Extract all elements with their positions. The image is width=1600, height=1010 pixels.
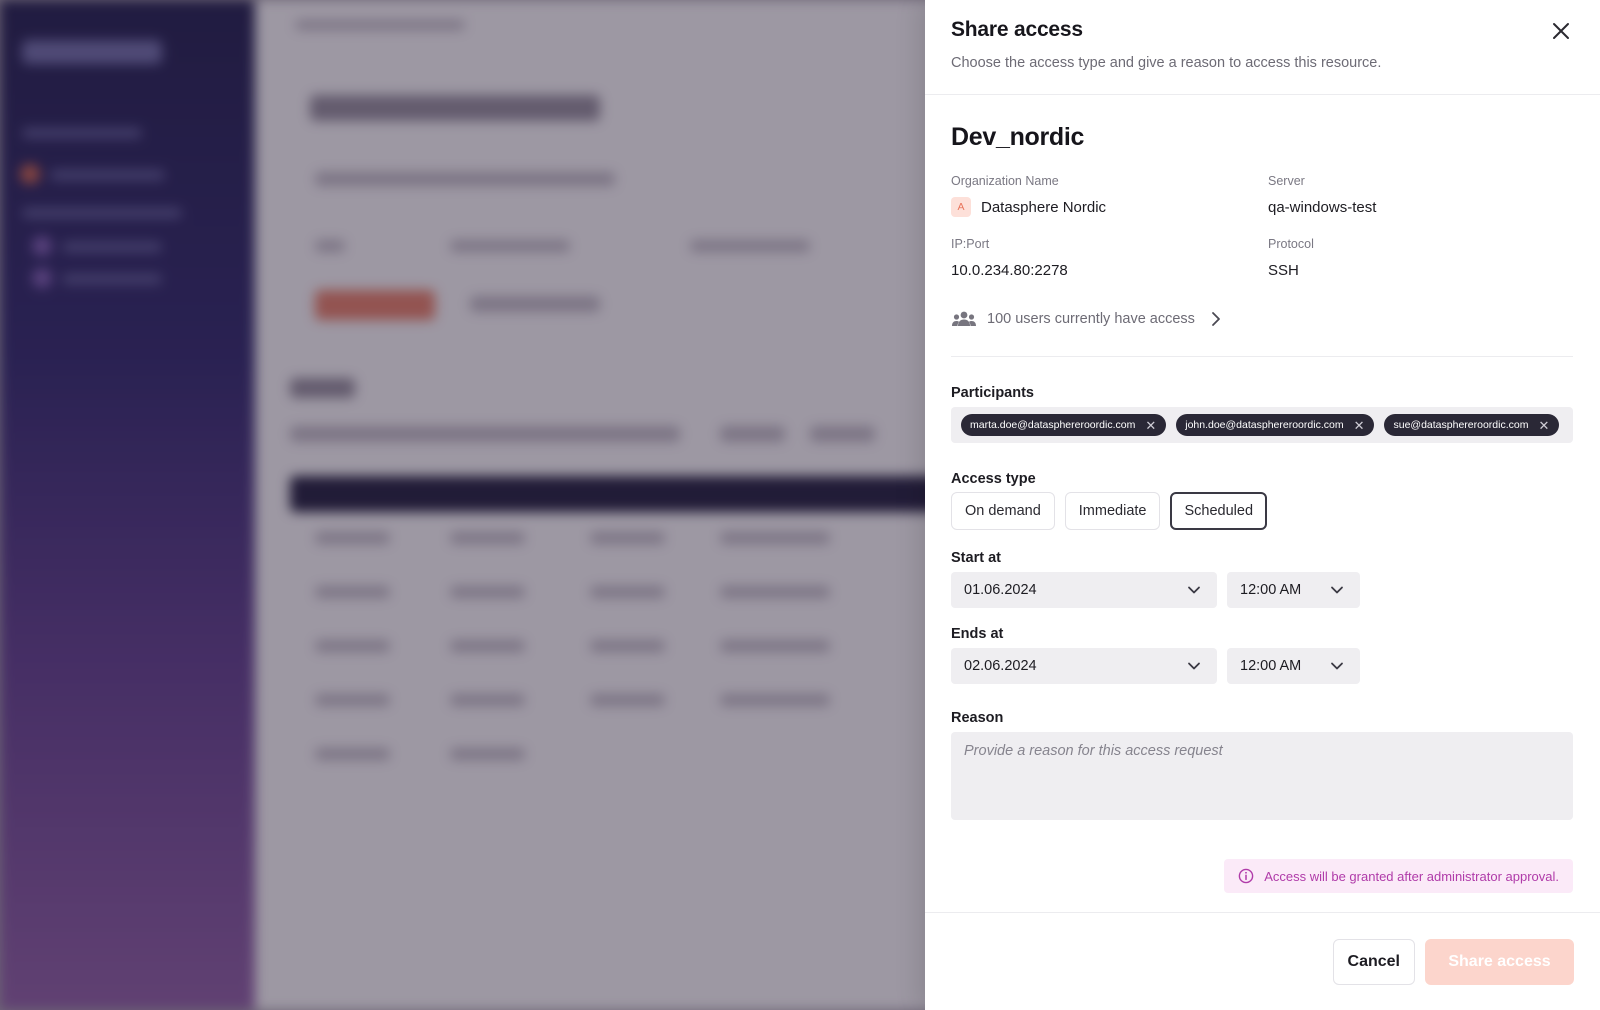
remove-participant-icon[interactable]: ✕ — [1538, 419, 1549, 432]
end-time-value: 12:00 AM — [1240, 658, 1302, 674]
end-time-select[interactable]: 12:00 AM — [1227, 648, 1360, 684]
access-type-label: Access type — [951, 471, 1036, 487]
protocol-value: SSH — [1268, 261, 1299, 279]
cancel-button[interactable]: Cancel — [1332, 938, 1415, 985]
end-date-select[interactable]: 02.06.2024 — [951, 648, 1217, 684]
server-value: qa-windows-test — [1268, 198, 1377, 216]
ip-port-label: IP:Port — [951, 237, 990, 251]
participant-email: marta.doe@datasphereroordic.com — [970, 419, 1136, 431]
approval-notice-text: Access will be granted after administrat… — [1264, 868, 1559, 884]
users-access-link[interactable]: 100 users currently have access — [951, 310, 1251, 328]
start-at-label: Start at — [951, 550, 1001, 566]
protocol-field: Protocol SSH — [1268, 237, 1568, 280]
close-icon[interactable] — [1550, 20, 1572, 42]
chevron-right-icon — [1212, 312, 1220, 326]
drawer-footer: Cancel Share access — [925, 912, 1600, 1010]
section-divider — [951, 356, 1573, 357]
remove-participant-icon[interactable]: ✕ — [1354, 419, 1365, 432]
chevron-down-icon — [1188, 662, 1200, 670]
participant-email: sue@datasphereroordic.com — [1393, 419, 1529, 431]
participant-chip: marta.doe@datasphereroordic.com ✕ — [961, 414, 1167, 436]
participants-label: Participants — [951, 385, 1034, 401]
access-type-selector: On demand Immediate Scheduled — [951, 492, 1574, 530]
drawer-subtitle: Choose the access type and give a reason… — [951, 55, 1382, 71]
resource-details: Organization Name A Datasphere Nordic Se… — [951, 174, 1574, 280]
chevron-down-icon — [1331, 586, 1343, 594]
share-access-drawer: Share access Choose the access type and … — [925, 0, 1600, 1010]
access-type-on-demand[interactable]: On demand — [951, 492, 1055, 530]
end-date-value: 02.06.2024 — [964, 658, 1037, 674]
ip-port-value: 10.0.234.80:2278 — [951, 261, 1068, 279]
start-at-row: 01.06.2024 12:00 AM — [951, 572, 1574, 608]
start-time-select[interactable]: 12:00 AM — [1227, 572, 1360, 608]
ends-at-label: Ends at — [951, 626, 1004, 642]
start-time-value: 12:00 AM — [1240, 582, 1302, 598]
participants-input[interactable]: marta.doe@datasphereroordic.com ✕ john.d… — [951, 407, 1573, 443]
organization-label: Organization Name — [951, 174, 1059, 188]
approval-notice: Access will be granted after administrat… — [1224, 859, 1573, 893]
server-label: Server — [1268, 174, 1305, 188]
participant-chip: sue@datasphereroordic.com ✕ — [1384, 414, 1560, 436]
chevron-down-icon — [1331, 662, 1343, 670]
access-type-scheduled[interactable]: Scheduled — [1170, 492, 1268, 530]
drawer-body: Dev_nordic Organization Name A Dataspher… — [925, 123, 1600, 893]
reason-textarea[interactable] — [951, 732, 1573, 820]
organization-avatar: A — [951, 197, 971, 217]
organization-value-row: A Datasphere Nordic — [951, 197, 1268, 217]
protocol-label: Protocol — [1268, 237, 1314, 251]
approval-notice-wrap: Access will be granted after administrat… — [951, 859, 1573, 893]
organization-value: Datasphere Nordic — [981, 198, 1107, 216]
remove-participant-icon[interactable]: ✕ — [1145, 419, 1156, 432]
start-date-select[interactable]: 01.06.2024 — [951, 572, 1217, 608]
server-field: Server qa-windows-test — [1268, 174, 1568, 217]
participant-email: john.doe@datasphereroordic.com — [1185, 419, 1344, 431]
access-type-immediate[interactable]: Immediate — [1064, 492, 1161, 530]
organization-field: Organization Name A Datasphere Nordic — [951, 174, 1268, 217]
resource-name: Dev_nordic — [951, 123, 1085, 151]
chevron-down-icon — [1188, 586, 1200, 594]
participant-chip: john.doe@datasphereroordic.com ✕ — [1176, 414, 1375, 436]
users-group-icon — [952, 311, 976, 326]
drawer-header: Share access Choose the access type and … — [925, 0, 1600, 95]
info-icon — [1238, 868, 1254, 884]
share-access-button[interactable]: Share access — [1425, 938, 1574, 985]
drawer-title: Share access — [951, 18, 1083, 41]
users-access-text: 100 users currently have access — [987, 311, 1195, 327]
start-date-value: 01.06.2024 — [964, 582, 1037, 598]
reason-label: Reason — [951, 710, 1004, 726]
ip-port-field: IP:Port 10.0.234.80:2278 — [951, 237, 1268, 280]
ends-at-row: 02.06.2024 12:00 AM — [951, 648, 1574, 684]
